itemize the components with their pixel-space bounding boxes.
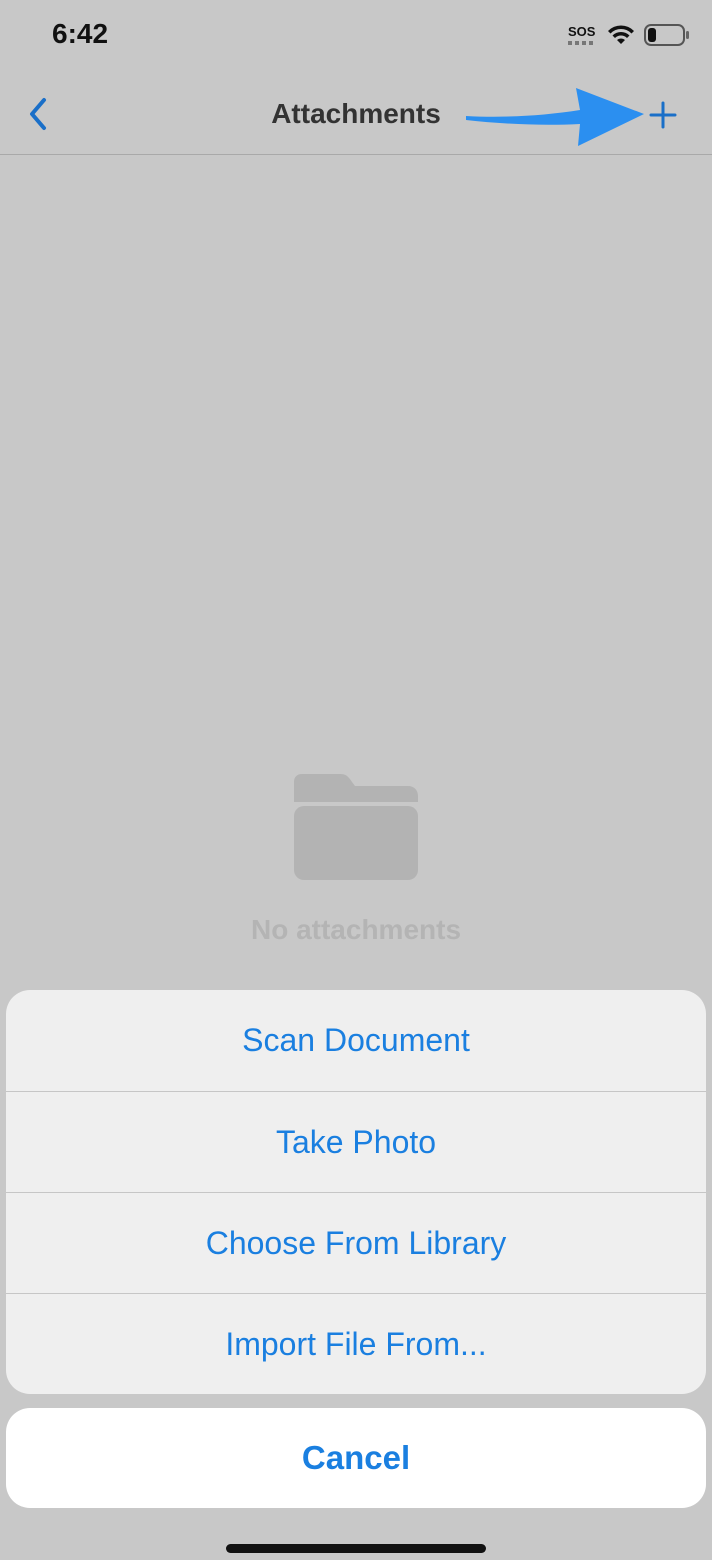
status-bar: 6:42 SOS [0,0,712,72]
plus-icon[interactable] [648,100,678,130]
navigation-bar: Attachments [0,72,712,155]
screen: 6:42 SOS Attachments No attachments Scan… [0,0,712,1560]
choose-from-library-button[interactable]: Choose From Library [6,1192,706,1293]
home-indicator[interactable] [226,1544,486,1553]
cancel-button[interactable]: Cancel [6,1408,706,1508]
page-title: Attachments [271,98,441,129]
folder-icon [294,774,418,880]
wifi-icon [608,25,634,44]
signal-dots-icon [568,41,594,45]
import-file-button[interactable]: Import File From... [6,1293,706,1394]
sos-indicator: SOS [568,24,596,39]
battery-icon [644,24,689,46]
scan-document-button[interactable]: Scan Document [6,990,706,1091]
status-time: 6:42 [52,18,109,49]
empty-state-message: No attachments [250,914,462,945]
action-sheet: Scan Document Take Photo Choose From Lib… [6,990,706,1394]
take-photo-button[interactable]: Take Photo [6,1091,706,1192]
